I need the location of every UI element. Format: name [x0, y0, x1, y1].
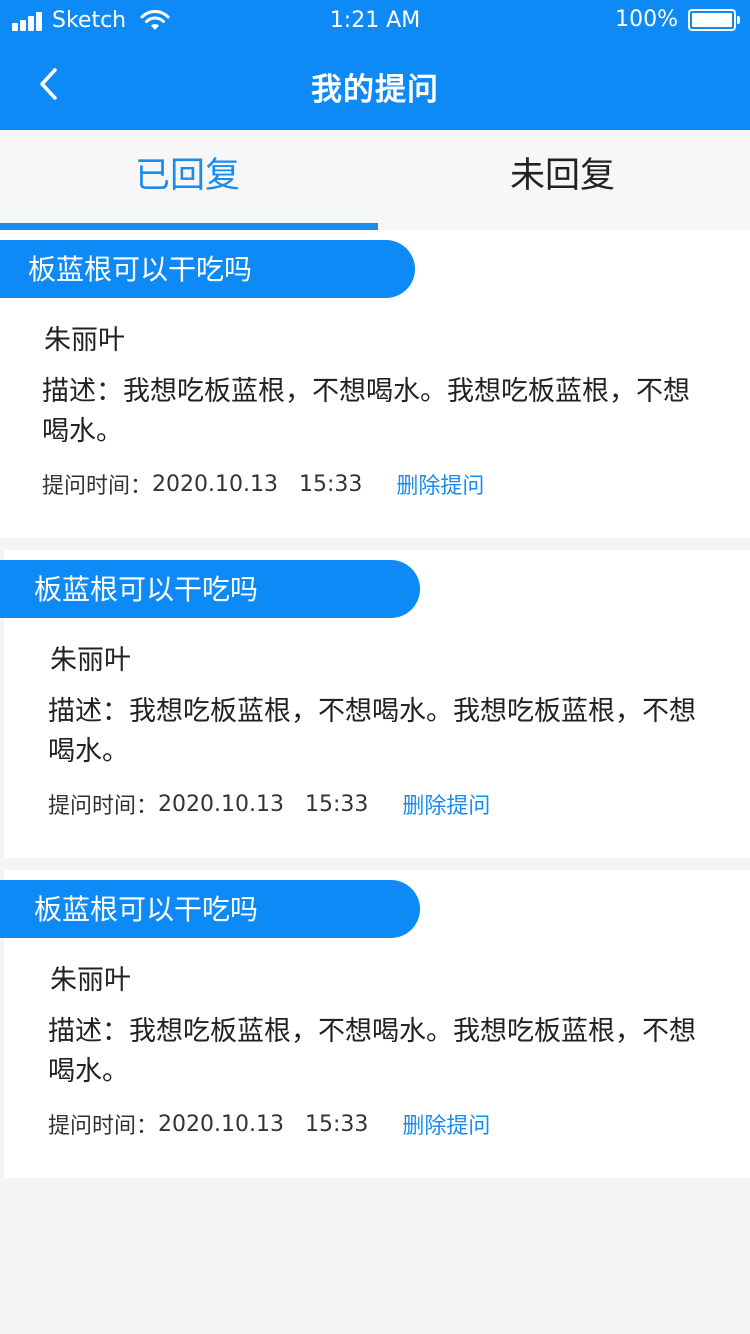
question-card[interactable]: 板蓝根可以干吃吗 朱丽叶 描述：我想吃板蓝根，不想喝水。我想吃板蓝根，不想喝水。… [0, 870, 750, 1178]
question-user: 朱丽叶 [44, 325, 125, 356]
question-meta: 提问时间： 2020.10.13 15:33 删除提问 [48, 788, 490, 820]
question-time: 2020.10.13 15:33 [152, 471, 363, 497]
time-label: 提问时间： [42, 474, 153, 499]
question-title: 板蓝根可以干吃吗 [0, 240, 415, 298]
question-user: 朱丽叶 [50, 965, 131, 996]
tab-label: 已回复 [134, 156, 240, 196]
status-right: 100% [615, 7, 740, 32]
page-title: 我的提问 [311, 72, 439, 108]
question-description: 描述：我想吃板蓝根，不想喝水。我想吃板蓝根，不想喝水。 [48, 1016, 696, 1087]
time-label: 提问时间： [48, 1114, 159, 1139]
question-time: 2020.10.13 15:33 [158, 1111, 369, 1137]
tab-replied[interactable]: 已回复 [0, 130, 378, 230]
nav-bar: 我的提问 [0, 42, 750, 130]
question-title: 板蓝根可以干吃吗 [0, 880, 420, 938]
question-description: 描述：我想吃板蓝根，不想喝水。我想吃板蓝根，不想喝水。 [48, 696, 696, 767]
battery-icon [688, 8, 740, 31]
status-bar: Sketch 1:21 AM 100% [0, 0, 750, 42]
time-label: 提问时间： [48, 794, 159, 819]
question-card[interactable]: 板蓝根可以干吃吗 朱丽叶 描述：我想吃板蓝根，不想喝水。我想吃板蓝根，不想喝水。… [0, 550, 750, 858]
tab-bar: 已回复 未回复 [0, 130, 750, 230]
app-header: Sketch 1:21 AM 100% 我的提问 [0, 0, 750, 130]
delete-question-link[interactable]: 删除提问 [396, 468, 484, 500]
question-user: 朱丽叶 [50, 645, 131, 676]
tab-label: 未回复 [509, 156, 615, 196]
card-separator [0, 538, 750, 550]
card-separator [0, 858, 750, 870]
question-list: 板蓝根可以干吃吗 朱丽叶 描述：我想吃板蓝根，不想喝水。我想吃板蓝根，不想喝水。… [0, 230, 750, 1178]
question-description: 描述：我想吃板蓝根，不想喝水。我想吃板蓝根，不想喝水。 [42, 376, 690, 447]
tab-active-indicator [0, 223, 378, 230]
question-title: 板蓝根可以干吃吗 [0, 560, 420, 618]
question-card[interactable]: 板蓝根可以干吃吗 朱丽叶 描述：我想吃板蓝根，不想喝水。我想吃板蓝根，不想喝水。… [0, 230, 750, 538]
question-meta: 提问时间： 2020.10.13 15:33 删除提问 [42, 468, 484, 500]
tab-unreplied[interactable]: 未回复 [375, 130, 750, 230]
battery-percent: 100% [615, 7, 678, 32]
question-meta: 提问时间： 2020.10.13 15:33 删除提问 [48, 1108, 490, 1140]
delete-question-link[interactable]: 删除提问 [402, 1108, 490, 1140]
question-time: 2020.10.13 15:33 [158, 791, 369, 817]
delete-question-link[interactable]: 删除提问 [402, 788, 490, 820]
